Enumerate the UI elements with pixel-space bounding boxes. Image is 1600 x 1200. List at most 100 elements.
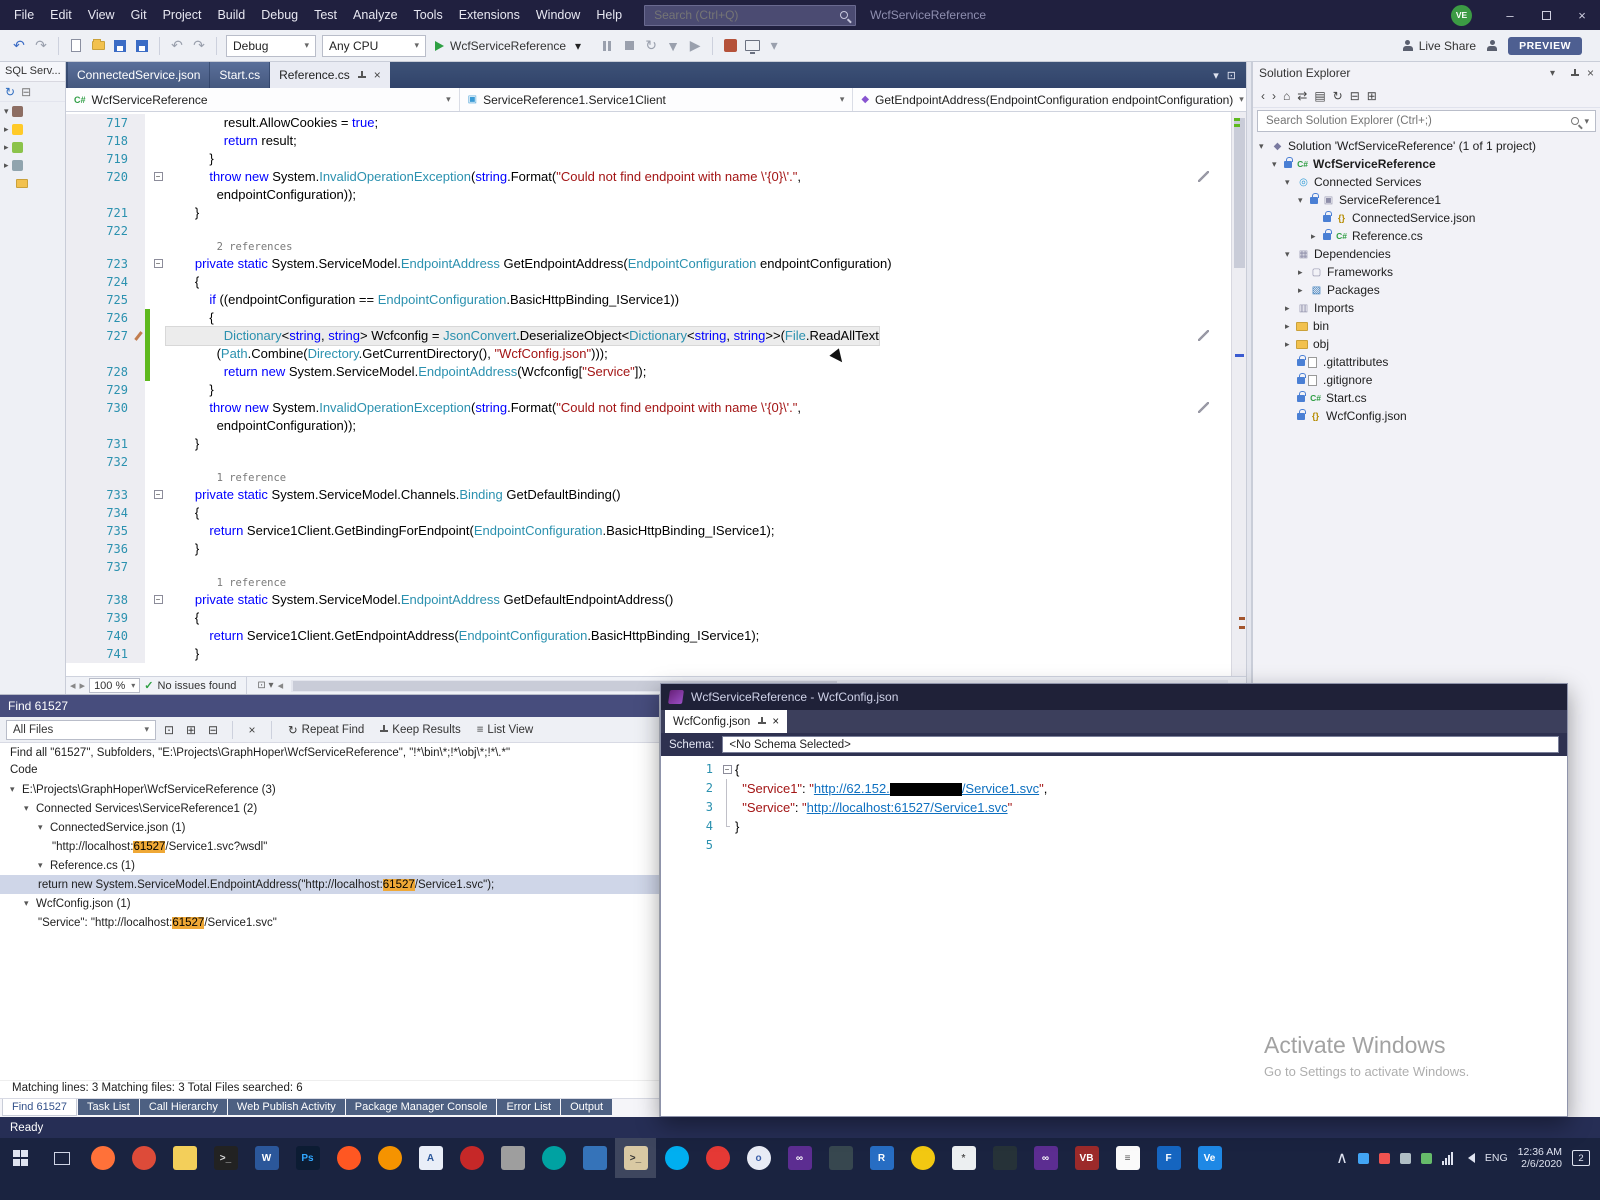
fold-margin[interactable] xyxy=(150,291,166,309)
json-line[interactable]: 1−{ xyxy=(661,760,1567,779)
tree-item-obj[interactable]: ▸ obj xyxy=(1253,335,1600,353)
sql-object-node[interactable]: ▸ xyxy=(0,156,65,174)
breakpoint-margin[interactable] xyxy=(66,255,102,273)
code-line[interactable]: 737 xyxy=(66,558,1231,576)
code-line[interactable]: 718 return result; xyxy=(66,132,1231,150)
member-dropdown[interactable]: ◆ GetEndpointAddress(EndpointConfiguratio… xyxy=(853,88,1246,111)
code-text[interactable]: throw new System.InvalidOperationExcepti… xyxy=(166,168,801,186)
breakpoint-margin[interactable] xyxy=(66,186,102,204)
scroll-left-icon[interactable]: ◂ xyxy=(70,679,76,692)
tree-item-dependencies[interactable]: ▾ ▦ Dependencies xyxy=(1253,245,1600,263)
fold-margin[interactable] xyxy=(150,453,166,471)
stop-icon[interactable] xyxy=(619,34,639,58)
code-text[interactable]: result.AllowCookies = true; xyxy=(166,114,378,132)
taskbar-app-visual-studio[interactable]: ∞ xyxy=(779,1138,820,1178)
taskbar-app-red-app[interactable] xyxy=(451,1138,492,1178)
save-icon[interactable] xyxy=(110,34,130,58)
switch-views-icon[interactable]: ⇄ xyxy=(1297,89,1307,103)
taskbar-app-photoshop[interactable]: Ps xyxy=(287,1138,328,1178)
codelens-annotation[interactable]: 1 reference xyxy=(66,576,1231,591)
tree-expander-icon[interactable]: ▾ xyxy=(1285,249,1296,260)
code-text[interactable]: { xyxy=(166,504,199,522)
code-text[interactable]: endpointConfiguration)); xyxy=(166,186,356,204)
fold-margin[interactable] xyxy=(150,132,166,150)
tree-item-frameworks[interactable]: ▸ ▢ Frameworks xyxy=(1253,263,1600,281)
json-text[interactable]: { xyxy=(735,760,739,779)
tree-item-connectedservice-json[interactable]: {} ConnectedService.json xyxy=(1253,209,1600,227)
breakpoint-margin[interactable] xyxy=(66,222,102,240)
code-line[interactable]: 723 − private static System.ServiceModel.… xyxy=(66,255,1231,273)
codelens-text[interactable]: 2 references xyxy=(166,240,293,255)
refresh-icon[interactable]: ↻ xyxy=(5,85,15,99)
code-line[interactable]: 740 return Service1Client.GetEndpointAdd… xyxy=(66,627,1231,645)
attach-tool-icon[interactable] xyxy=(720,34,740,58)
fold-margin[interactable] xyxy=(150,504,166,522)
tree-expander-icon[interactable]: ▾ xyxy=(1285,177,1296,188)
taskbar-app-chrome[interactable] xyxy=(123,1138,164,1178)
codelens-text[interactable]: 1 reference xyxy=(166,576,287,591)
fold-margin[interactable] xyxy=(150,309,166,327)
start-debugging-button[interactable]: WcfServiceReference ▾ xyxy=(429,34,596,58)
show-all-files-icon[interactable]: ▤ xyxy=(1314,89,1325,103)
refresh-icon[interactable]: ↻ xyxy=(1333,89,1343,103)
breakpoint-margin[interactable] xyxy=(66,204,102,222)
tree-item-reference-cs[interactable]: ▸ C# Reference.cs xyxy=(1253,227,1600,245)
code-text[interactable]: return new System.ServiceModel.EndpointA… xyxy=(166,363,647,381)
code-line[interactable]: 730 throw new System.InvalidOperationExc… xyxy=(66,399,1231,417)
undo-icon[interactable]: ↶ xyxy=(167,34,187,58)
tree-item-servicereference1[interactable]: ▾ ▣ ServiceReference1 xyxy=(1253,191,1600,209)
code-line[interactable]: 735 return Service1Client.GetBindingForE… xyxy=(66,522,1231,540)
network-icon[interactable] xyxy=(1441,1151,1453,1165)
properties-icon[interactable]: ⊞ xyxy=(1367,89,1377,103)
suggestion-icon[interactable] xyxy=(1198,330,1209,341)
find-result-row[interactable]: ▾ ConnectedService.json (1) xyxy=(0,818,659,837)
menu-item-help[interactable]: Help xyxy=(588,0,630,30)
json-line[interactable]: 5 xyxy=(661,836,1567,855)
tree-expander-icon[interactable]: ▸ xyxy=(1298,285,1309,296)
float-window-title-bar[interactable]: WcfServiceReference - WcfConfig.json xyxy=(661,684,1567,710)
code-text[interactable]: } xyxy=(166,381,213,399)
tree-expander-icon[interactable]: ▾ xyxy=(24,898,36,909)
taskbar-app-teal-app[interactable] xyxy=(533,1138,574,1178)
fold-margin[interactable] xyxy=(150,471,166,486)
menu-item-build[interactable]: Build xyxy=(209,0,253,30)
save-all-icon[interactable] xyxy=(132,34,152,58)
clear-results-icon[interactable]: × xyxy=(243,721,261,739)
tool-tab-output[interactable]: Output xyxy=(561,1099,613,1115)
tree-item-bin[interactable]: ▸ bin xyxy=(1253,317,1600,335)
taskbar-app-command-prompt[interactable]: >_ xyxy=(205,1138,246,1178)
code-line[interactable]: 734 { xyxy=(66,504,1231,522)
platform-dropdown[interactable]: Any CPU ▾ xyxy=(322,34,426,57)
breakpoint-margin[interactable] xyxy=(66,453,102,471)
step-into-icon[interactable]: ▼ xyxy=(663,34,683,58)
taskbar-app-vegas[interactable]: Ve xyxy=(1189,1138,1230,1178)
taskbar-app-visual-studio-2019[interactable]: ∞ xyxy=(1025,1138,1066,1178)
codelens-annotation[interactable]: 2 references xyxy=(66,240,1231,255)
fold-margin[interactable] xyxy=(150,150,166,168)
diff-margin-icon[interactable]: ⊡ ▾ xyxy=(257,680,273,691)
close-button[interactable]: × xyxy=(1564,0,1600,30)
taskbar-app-orange-app[interactable] xyxy=(369,1138,410,1178)
breakpoint-margin[interactable] xyxy=(66,291,102,309)
breakpoint-margin[interactable] xyxy=(66,273,102,291)
menu-item-debug[interactable]: Debug xyxy=(253,0,306,30)
breakpoint-margin[interactable] xyxy=(66,114,102,132)
taskbar-app-media-player[interactable]: o xyxy=(738,1138,779,1178)
open-file-icon[interactable] xyxy=(88,34,108,58)
tree-item-packages[interactable]: ▸ ▧ Packages xyxy=(1253,281,1600,299)
code-line[interactable]: 736 } xyxy=(66,540,1231,558)
menu-item-extensions[interactable]: Extensions xyxy=(451,0,528,30)
fold-margin[interactable]: − xyxy=(150,486,166,504)
taskbar-app-firefox-dev[interactable] xyxy=(328,1138,369,1178)
code-line[interactable]: endpointConfiguration)); xyxy=(66,186,1231,204)
fold-margin[interactable] xyxy=(150,114,166,132)
tree-item-start-cs[interactable]: C# Start.cs xyxy=(1253,389,1600,407)
fold-margin[interactable] xyxy=(150,273,166,291)
tree-expander-icon[interactable]: ▾ xyxy=(38,822,50,833)
close-icon[interactable]: × xyxy=(374,68,381,82)
schema-dropdown[interactable]: <No Schema Selected> xyxy=(722,736,1559,753)
fold-margin[interactable] xyxy=(150,522,166,540)
breakpoint-margin[interactable] xyxy=(66,522,102,540)
browser-link-icon[interactable] xyxy=(742,34,762,58)
json-line[interactable]: 4} xyxy=(661,817,1567,836)
